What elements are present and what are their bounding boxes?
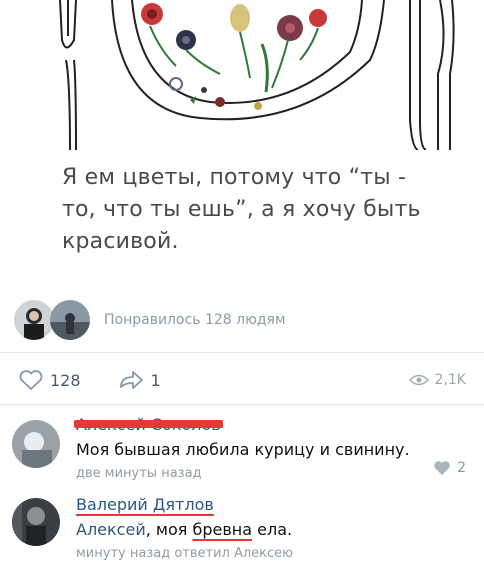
like-button[interactable]: 128 [18, 369, 81, 391]
comment-text: Алексей, моя бревна ела. [76, 520, 293, 539]
reply-to-link[interactable]: Алексей [76, 520, 146, 539]
heart-icon [19, 370, 43, 390]
divider [0, 352, 484, 353]
heart-icon [434, 461, 450, 475]
views-count: 2,1K [434, 372, 466, 388]
repost-icon [119, 371, 143, 389]
comment-avatar[interactable] [12, 420, 60, 468]
highlighted-word: бревна [192, 520, 253, 539]
views-counter: 2,1K [408, 372, 466, 388]
post-illustration [0, 0, 484, 150]
comment-author[interactable]: Алексей Соколов [74, 414, 223, 436]
liked-by-row[interactable]: Понравилось 128 людям [14, 296, 286, 344]
comment-text: Моя бывшая любила курицу и свинину. [76, 440, 410, 459]
comment: Алексей Соколов Моя бывшая любила курицу… [0, 410, 484, 490]
comment-like-count: 2 [457, 460, 466, 476]
repost-count: 1 [150, 370, 161, 390]
comment: Валерий Дятлов Алексей, моя бревна ела. … [0, 490, 484, 571]
eye-icon [408, 374, 429, 386]
post-actions: 128 1 2,1K [18, 366, 466, 394]
comment-like-button[interactable]: 2 [433, 460, 466, 476]
divider [0, 404, 484, 405]
comment-time[interactable]: минуту назад ответил Алексею [76, 544, 293, 564]
comment-avatar[interactable] [12, 498, 60, 546]
liker-avatar[interactable] [14, 300, 54, 340]
liked-by-text[interactable]: Понравилось 128 людям [104, 312, 286, 328]
comment-time[interactable]: две минуты назад [76, 464, 410, 484]
post-text: Я ем цветы, потому что “ты - то, что ты … [62, 165, 421, 254]
comment-author[interactable]: Валерий Дятлов [76, 494, 293, 516]
liker-avatar[interactable] [50, 300, 90, 340]
redaction-mark [74, 420, 223, 428]
like-count: 128 [50, 370, 81, 390]
repost-button[interactable]: 1 [117, 369, 161, 391]
